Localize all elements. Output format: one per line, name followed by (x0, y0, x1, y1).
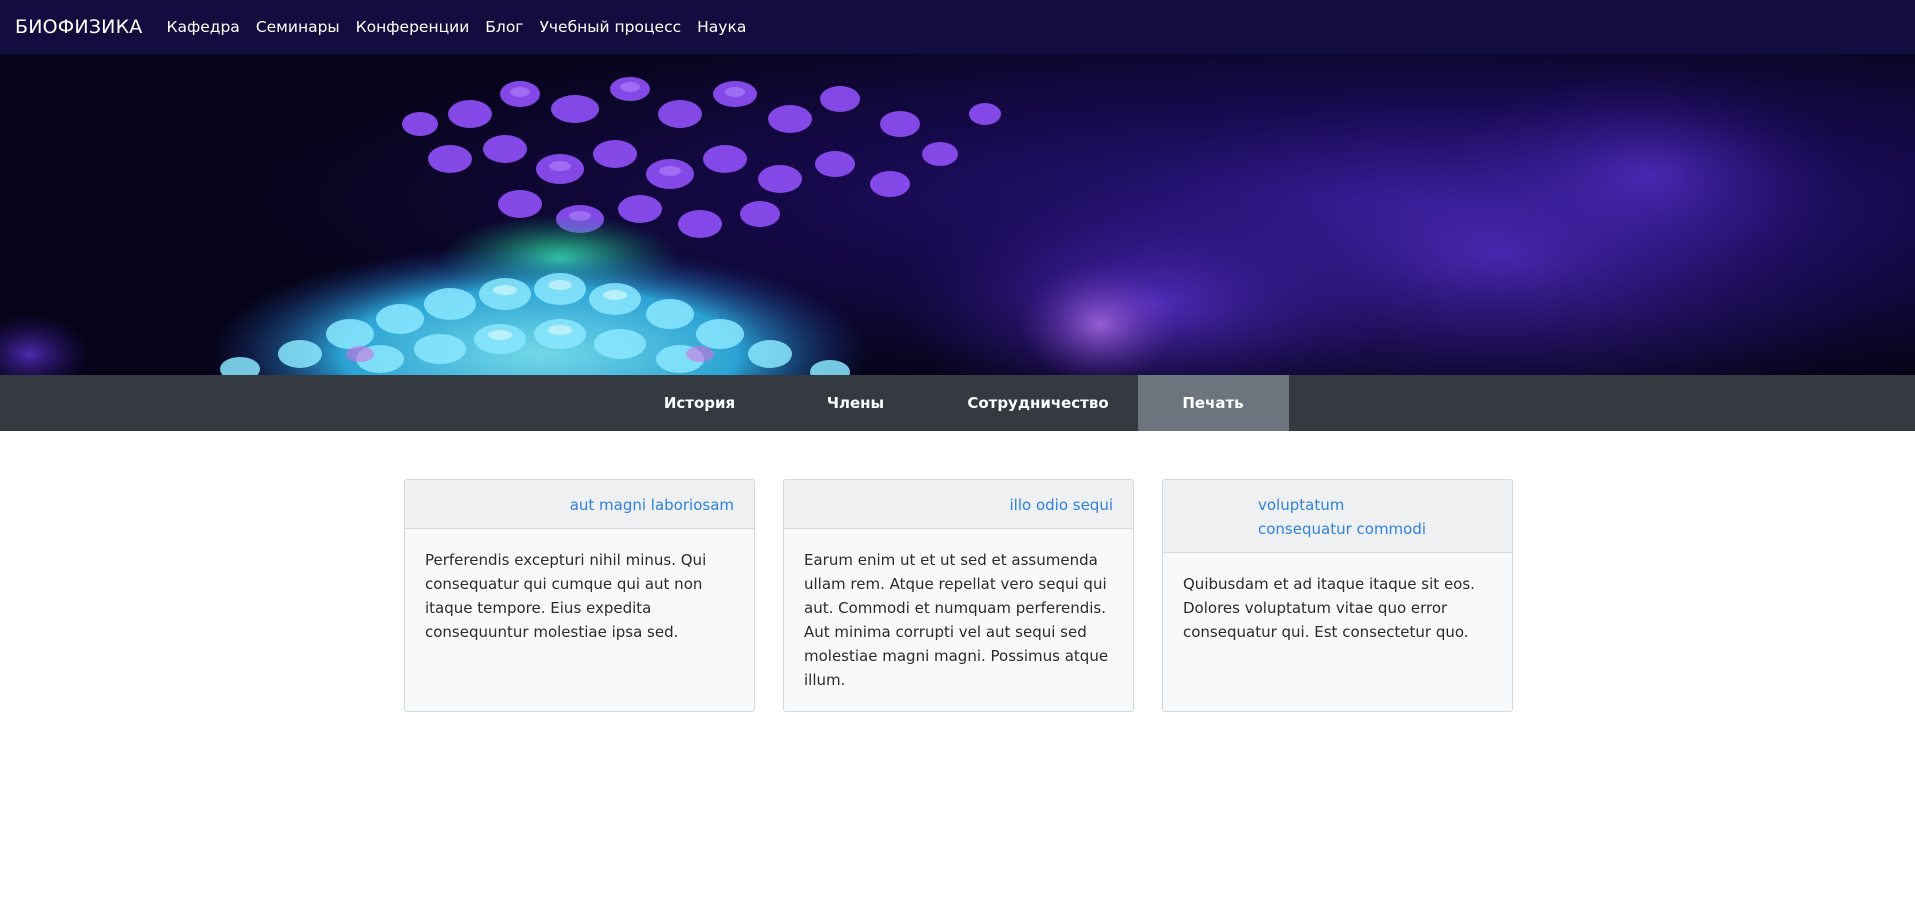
card-title-link[interactable]: voluptatum consequatur commodi (1258, 496, 1426, 538)
card-body: Perferendis excepturi nihil minus. Qui c… (425, 551, 707, 641)
coral-illustration (0, 54, 1915, 375)
tab-cooperation[interactable]: Сотрудничество (939, 375, 1138, 431)
card-title-link[interactable]: aut magni laboriosam (570, 496, 734, 514)
brand-link[interactable]: БИОФИЗИКА (15, 16, 142, 38)
nav-link-blog[interactable]: Блог (485, 18, 523, 36)
card: voluptatum consequatur commodi Quibusdam… (1162, 479, 1513, 712)
nav-link-kafedra[interactable]: Кафедра (166, 18, 239, 36)
nav-link-education[interactable]: Учебный процесс (539, 18, 681, 36)
card: aut magni laboriosam Perferendis exceptu… (404, 479, 755, 712)
card-header: illo odio sequi (784, 480, 1133, 529)
card-body: Earum enim ut et ut sed et assumenda ull… (804, 551, 1109, 689)
top-navbar: БИОФИЗИКА Кафедра Семинары Конференции Б… (0, 0, 1915, 54)
card-body: Quibusdam et ad itaque itaque sit eos. D… (1183, 575, 1475, 641)
card: illo odio sequi Earum enim ut et ut sed … (783, 479, 1134, 712)
tab-history[interactable]: История (627, 375, 773, 431)
nav-link-seminars[interactable]: Семинары (256, 18, 340, 36)
card-header: aut magni laboriosam (405, 480, 754, 529)
tab-print[interactable]: Печать (1137, 375, 1289, 431)
tab-members[interactable]: Члены (773, 375, 939, 431)
card-title-link[interactable]: illo odio sequi (1010, 496, 1114, 514)
card-header: voluptatum consequatur commodi (1163, 480, 1512, 553)
hero-image (0, 54, 1915, 375)
section-tabs: История Члены Сотрудничество Печать (0, 375, 1915, 431)
nav-link-conferences[interactable]: Конференции (356, 18, 470, 36)
nav-link-science[interactable]: Наука (697, 18, 746, 36)
cards-row: aut magni laboriosam Perferendis exceptu… (404, 479, 1514, 712)
